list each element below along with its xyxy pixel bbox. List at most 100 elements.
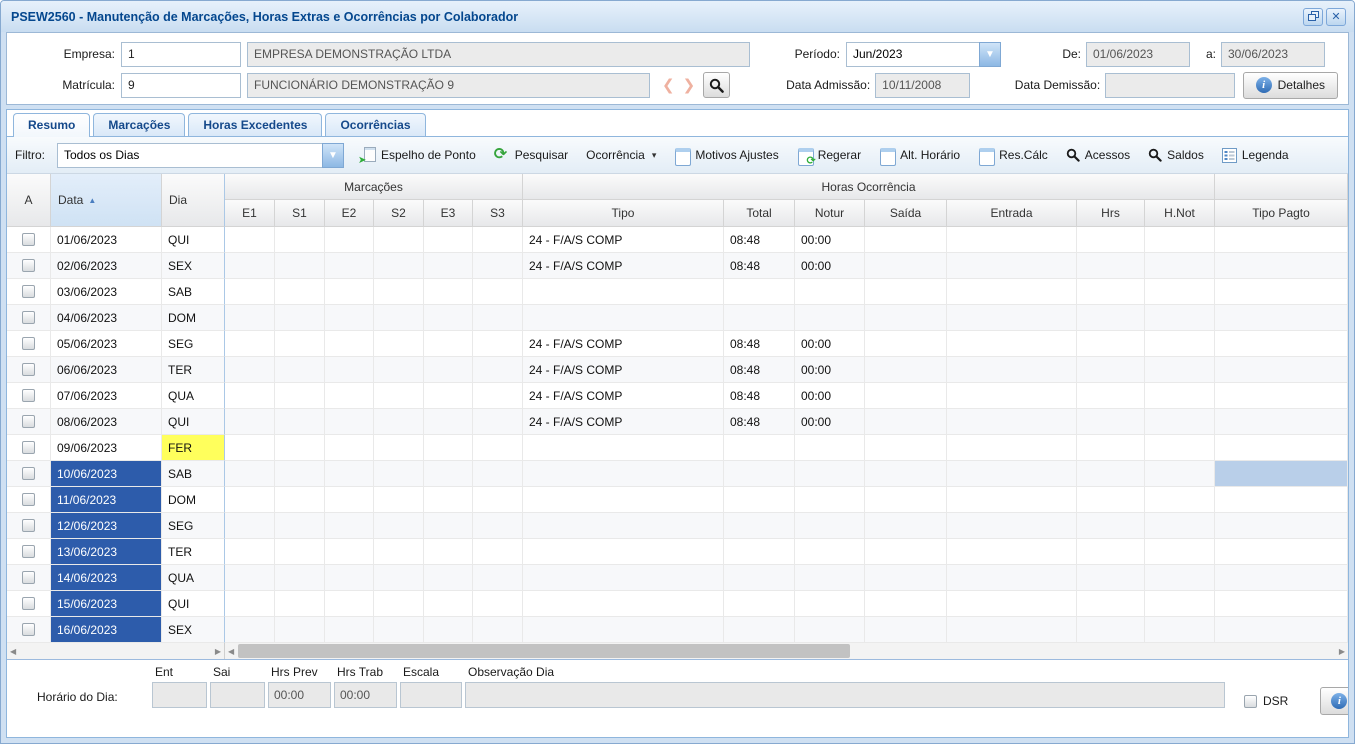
- cell-e1[interactable]: [225, 591, 275, 617]
- column-header-tipo[interactable]: Tipo: [523, 200, 724, 227]
- cell-hnot[interactable]: [1145, 409, 1215, 435]
- cell-e1[interactable]: [225, 383, 275, 409]
- cell-e1[interactable]: [225, 305, 275, 331]
- cell-e2[interactable]: [325, 591, 374, 617]
- cell-e3[interactable]: [424, 357, 473, 383]
- column-header-saida[interactable]: Saída: [865, 200, 947, 227]
- column-header-notur[interactable]: Notur: [795, 200, 865, 227]
- table-row[interactable]: 08/06/2023QUI24 - F/A/S COMP08:4800:00: [7, 409, 1348, 435]
- cell-tipo_pagto[interactable]: [1215, 253, 1348, 279]
- cell-data[interactable]: 02/06/2023: [51, 253, 162, 279]
- cell-s1[interactable]: [275, 383, 325, 409]
- table-row[interactable]: 07/06/2023QUA24 - F/A/S COMP08:4800:00: [7, 383, 1348, 409]
- cell-total[interactable]: 08:48: [724, 357, 795, 383]
- cell-data[interactable]: 09/06/2023: [51, 435, 162, 461]
- cell-s3[interactable]: [473, 513, 523, 539]
- cell-e2[interactable]: [325, 461, 374, 487]
- cell-hnot[interactable]: [1145, 591, 1215, 617]
- cell-a[interactable]: [7, 253, 51, 279]
- close-window-button[interactable]: ✕: [1326, 8, 1346, 26]
- cell-s3[interactable]: [473, 253, 523, 279]
- cell-e1[interactable]: [225, 331, 275, 357]
- cell-a[interactable]: [7, 331, 51, 357]
- cell-e3[interactable]: [424, 487, 473, 513]
- cell-tipo_pagto[interactable]: [1215, 383, 1348, 409]
- cell-entrada[interactable]: [947, 357, 1077, 383]
- cell-notur[interactable]: [795, 539, 865, 565]
- cell-saida[interactable]: [865, 227, 947, 253]
- cell-e2[interactable]: [325, 357, 374, 383]
- cell-entrada[interactable]: [947, 487, 1077, 513]
- cell-hnot[interactable]: [1145, 617, 1215, 643]
- cell-s2[interactable]: [374, 409, 424, 435]
- table-row[interactable]: 13/06/2023TER: [7, 539, 1348, 565]
- cell-notur[interactable]: [795, 513, 865, 539]
- cell-a[interactable]: [7, 357, 51, 383]
- cell-tipo[interactable]: 24 - F/A/S COMP: [523, 357, 724, 383]
- cell-total[interactable]: 08:48: [724, 409, 795, 435]
- cell-notur[interactable]: [795, 279, 865, 305]
- table-row[interactable]: 04/06/2023DOM: [7, 305, 1348, 331]
- row-checkbox[interactable]: [22, 259, 35, 272]
- cell-a[interactable]: [7, 435, 51, 461]
- cell-saida[interactable]: [865, 513, 947, 539]
- alt-horario-button[interactable]: Alt. Horário: [879, 147, 960, 163]
- cell-e3[interactable]: [424, 565, 473, 591]
- cell-tipo_pagto[interactable]: [1215, 565, 1348, 591]
- cell-s1[interactable]: [275, 565, 325, 591]
- cell-tipo_pagto[interactable]: [1215, 409, 1348, 435]
- cell-hrs[interactable]: [1077, 383, 1145, 409]
- table-row[interactable]: 02/06/2023SEX24 - F/A/S COMP08:4800:00: [7, 253, 1348, 279]
- tab-horas-excedentes[interactable]: Horas Excedentes: [188, 113, 322, 136]
- cell-entrada[interactable]: [947, 409, 1077, 435]
- cell-s2[interactable]: [374, 253, 424, 279]
- row-checkbox[interactable]: [22, 467, 35, 480]
- row-checkbox[interactable]: [22, 415, 35, 428]
- cell-s1[interactable]: [275, 357, 325, 383]
- cell-hrs[interactable]: [1077, 617, 1145, 643]
- search-employee-button[interactable]: [703, 72, 730, 98]
- cell-saida[interactable]: [865, 539, 947, 565]
- row-checkbox[interactable]: [22, 285, 35, 298]
- cell-data[interactable]: 12/06/2023: [51, 513, 162, 539]
- cell-notur[interactable]: 00:00: [795, 383, 865, 409]
- cell-dia[interactable]: QUI: [162, 591, 225, 617]
- pesquisar-button[interactable]: Pesquisar: [494, 147, 568, 163]
- cell-s3[interactable]: [473, 539, 523, 565]
- cell-e2[interactable]: [325, 565, 374, 591]
- cell-hnot[interactable]: [1145, 227, 1215, 253]
- cell-entrada[interactable]: [947, 539, 1077, 565]
- cell-e1[interactable]: [225, 487, 275, 513]
- cell-e1[interactable]: [225, 565, 275, 591]
- cell-notur[interactable]: [795, 617, 865, 643]
- cell-a[interactable]: [7, 539, 51, 565]
- cell-data[interactable]: 11/06/2023: [51, 487, 162, 513]
- saldos-button[interactable]: Saldos: [1148, 148, 1204, 162]
- cell-saida[interactable]: [865, 409, 947, 435]
- row-checkbox[interactable]: [22, 519, 35, 532]
- cell-e2[interactable]: [325, 227, 374, 253]
- cell-hrs[interactable]: [1077, 513, 1145, 539]
- cell-a[interactable]: [7, 279, 51, 305]
- cell-e1[interactable]: [225, 617, 275, 643]
- row-checkbox[interactable]: [22, 389, 35, 402]
- cell-hrs[interactable]: [1077, 409, 1145, 435]
- cell-data[interactable]: 15/06/2023: [51, 591, 162, 617]
- cell-dia[interactable]: TER: [162, 357, 225, 383]
- cell-entrada[interactable]: [947, 331, 1077, 357]
- column-header-s1[interactable]: S1: [275, 200, 325, 227]
- cell-s2[interactable]: [374, 539, 424, 565]
- cell-saida[interactable]: [865, 461, 947, 487]
- cell-e1[interactable]: [225, 539, 275, 565]
- cell-notur[interactable]: [795, 305, 865, 331]
- cell-hrs[interactable]: [1077, 487, 1145, 513]
- res-calc-button[interactable]: Res.Cálc: [978, 147, 1048, 163]
- cell-s1[interactable]: [275, 617, 325, 643]
- column-header-total[interactable]: Total: [724, 200, 795, 227]
- cell-s3[interactable]: [473, 305, 523, 331]
- row-checkbox[interactable]: [22, 597, 35, 610]
- cell-dia[interactable]: DOM: [162, 305, 225, 331]
- restore-window-button[interactable]: [1303, 8, 1323, 26]
- cell-e3[interactable]: [424, 305, 473, 331]
- cell-e3[interactable]: [424, 331, 473, 357]
